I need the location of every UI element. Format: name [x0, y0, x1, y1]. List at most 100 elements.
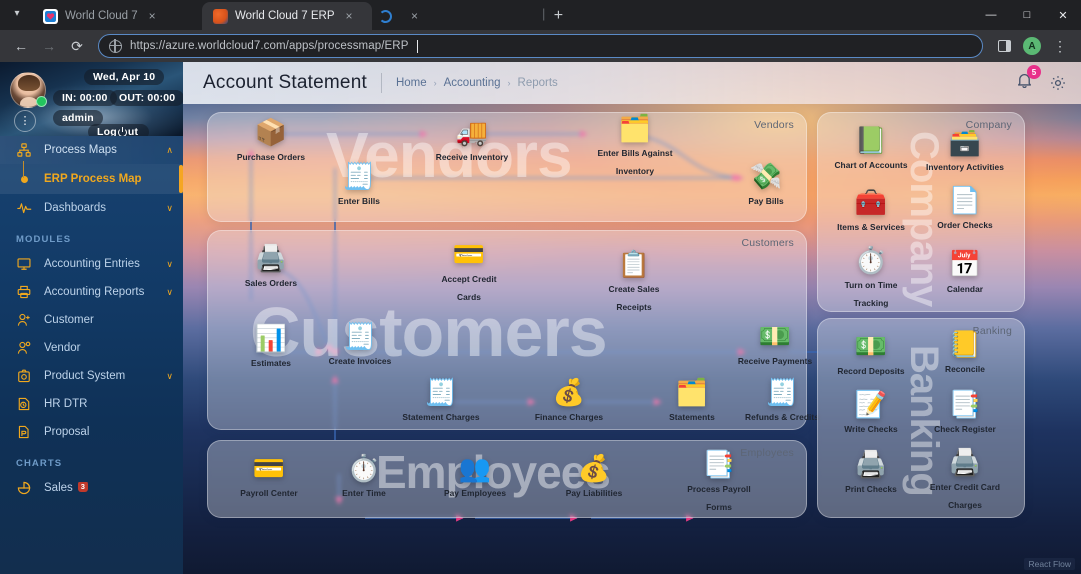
node-receive-payments[interactable]: 💵 Receive Payments — [736, 321, 814, 369]
sidebar-item-proposal[interactable]: Proposal — [0, 418, 183, 446]
tab-close-icon[interactable]: × — [342, 9, 357, 24]
pulse-icon — [14, 201, 34, 215]
address-bar[interactable]: https://azure.worldcloud7.com/apps/proce… — [98, 34, 983, 58]
new-tab-button[interactable]: + — [545, 3, 571, 29]
forward-icon[interactable]: → — [36, 33, 62, 59]
node-enter-bills-against-inventory[interactable]: 🗂️ Enter Bills Against Inventory — [596, 113, 674, 179]
node-reconcile[interactable]: 📒 Reconcile — [926, 329, 1004, 377]
notifications-button[interactable]: 5 — [1016, 65, 1041, 94]
node-calendar[interactable]: 📅 Calendar — [926, 249, 1004, 297]
calendar-icon: 📅 — [948, 249, 982, 279]
sidebar-item-dashboards[interactable]: Dashboards ∨ — [0, 194, 183, 222]
breadcrumb-accounting[interactable]: Accounting — [444, 77, 501, 89]
node-create-invoices[interactable]: 🧾 Create Invoices — [321, 321, 399, 369]
panel-banking[interactable]: Banking Banking 💵 Record Deposits 📒 Reco… — [817, 318, 1025, 518]
node-refunds-and-credits[interactable]: 🧾 Refunds & Credits — [743, 377, 821, 425]
sidebar-item-hr-dtr[interactable]: HR DTR — [0, 390, 183, 418]
node-pay-bills[interactable]: 💸 Pay Bills — [727, 161, 805, 209]
sidebar-item-accounting-reports[interactable]: Accounting Reports ∨ — [0, 278, 183, 306]
panel-customers[interactable]: Customers Customers 🖨️ Sales Orders 📊 Es… — [207, 230, 819, 430]
reload-icon[interactable]: ⟳ — [64, 33, 90, 59]
create-sales-receipts-icon: 📋 — [617, 249, 651, 279]
maximize-button[interactable]: □ — [1009, 0, 1045, 30]
process-map-canvas[interactable]: Vendors Vendors 📦 Purchase Orders 🧾 Ente… — [183, 104, 1081, 574]
user-profile-card: Wed, Apr 10 IN: 00:00 OUT: 00:00 admin L… — [0, 62, 183, 136]
receive-payments-icon: 💵 — [758, 321, 792, 351]
node-create-sales-receipts[interactable]: 📋 Create Sales Receipts — [595, 249, 673, 315]
enter-bills-icon: 🧾 — [342, 161, 376, 191]
node-items-and-services[interactable]: 🧰 Items & Services — [832, 187, 910, 235]
node-purchase-orders[interactable]: 📦 Purchase Orders — [232, 117, 310, 165]
node-turn-on-time-tracking[interactable]: ⏱️ Turn on Time Tracking — [832, 245, 910, 311]
settings-button[interactable] — [1049, 74, 1067, 92]
node-enter-bills[interactable]: 🧾 Enter Bills — [320, 161, 398, 209]
sidebar-group-modules: MODULES — [16, 234, 72, 245]
proposal-doc-icon — [14, 425, 34, 439]
pie-chart-icon — [14, 481, 34, 495]
minimize-button[interactable]: — — [973, 0, 1009, 30]
node-finance-charges[interactable]: 💰 Finance Charges — [530, 377, 608, 425]
check-register-icon: 📑 — [948, 389, 982, 419]
node-inventory-activities[interactable]: 🗃️ Inventory Activities — [926, 127, 1004, 175]
node-check-register[interactable]: 📑 Check Register — [926, 389, 1004, 437]
browser-menu-icon[interactable]: ⋮ — [1047, 33, 1073, 59]
node-enter-credit-card-charges[interactable]: 🖨️ Enter Credit Card Charges — [926, 447, 1004, 513]
receive-inventory-icon: 🚚 — [455, 117, 489, 147]
sidebar-item-accounting-entries[interactable]: Accounting Entries ∨ — [0, 250, 183, 278]
sidebar-group-charts: CHARTS — [16, 458, 63, 469]
react-flow-attribution[interactable]: React Flow — [1024, 558, 1075, 570]
node-process-payroll-forms[interactable]: 📑 Process Payroll Forms — [680, 449, 758, 515]
sidebar-item-process-maps[interactable]: Process Maps ∧ — [0, 136, 183, 164]
node-write-checks[interactable]: 📝 Write Checks — [832, 389, 910, 437]
node-statement-charges[interactable]: 🧾 Statement Charges — [402, 377, 480, 425]
sidebar-label: Vendor — [44, 342, 81, 354]
node-label: Create Invoices — [328, 356, 392, 366]
node-estimates[interactable]: 📊 Estimates — [232, 323, 310, 371]
tab-close-icon[interactable]: × — [407, 9, 422, 24]
node-label: Calendar — [946, 284, 984, 294]
tab-close-icon[interactable]: × — [145, 9, 160, 24]
profile-more-button[interactable]: ⋮ — [14, 110, 36, 132]
node-statements[interactable]: 🗂️ Statements — [653, 377, 731, 425]
sidebar-item-vendor[interactable]: Vendor — [0, 334, 183, 362]
side-panel-icon[interactable] — [991, 33, 1017, 59]
sidebar-item-sales[interactable]: Sales 3 — [0, 474, 183, 502]
node-label: Reconcile — [944, 364, 985, 374]
node-record-deposits[interactable]: 💵 Record Deposits — [832, 331, 910, 379]
printer-icon — [14, 285, 34, 299]
panel-employees[interactable]: Employees Employees 💳 Payroll Center ⏱️ … — [207, 440, 807, 518]
node-receive-inventory[interactable]: 🚚 Receive Inventory — [433, 117, 511, 165]
accept-credit-cards-icon: 💳 — [452, 239, 486, 269]
node-order-checks[interactable]: 📄 Order Checks — [926, 185, 1004, 233]
profile-avatar[interactable]: A — [1019, 33, 1045, 59]
sales-label: Sales — [44, 482, 73, 494]
node-chart-of-accounts[interactable]: 📗 Chart of Accounts — [832, 125, 910, 173]
node-payroll-center[interactable]: 💳 Payroll Center — [230, 453, 308, 501]
window-controls: — □ ✕ — [973, 0, 1081, 30]
panel-company[interactable]: Company Company 📗 Chart of Accounts 🗃️ I… — [817, 112, 1025, 312]
browser-tab-2[interactable]: World Cloud 7 ERP × — [202, 2, 372, 30]
node-pay-employees[interactable]: 👥 Pay Employees — [436, 453, 514, 501]
sidebar-item-customer[interactable]: Customer — [0, 306, 183, 334]
finance-charges-icon: 💰 — [552, 377, 586, 407]
node-print-checks[interactable]: 🖨️ Print Checks — [832, 449, 910, 497]
node-label: Enter Time — [342, 488, 386, 498]
statement-charges-icon: 🧾 — [424, 377, 458, 407]
node-label: Chart of Accounts — [834, 160, 908, 170]
node-pay-liabilities[interactable]: 💰 Pay Liabilities — [555, 453, 633, 501]
node-enter-time[interactable]: ⏱️ Enter Time — [325, 453, 403, 501]
header-actions: 5 — [1016, 65, 1067, 94]
panel-vendors[interactable]: Vendors Vendors 📦 Purchase Orders 🧾 Ente… — [207, 112, 807, 222]
node-accept-credit-cards[interactable]: 💳 Accept Credit Cards — [430, 239, 508, 305]
breadcrumb-home[interactable]: Home — [396, 77, 427, 89]
node-sales-orders[interactable]: 🖨️ Sales Orders — [232, 243, 310, 291]
tab-title: World Cloud 7 ERP — [235, 10, 335, 22]
logout-button[interactable]: Log ut — [88, 124, 150, 136]
sidebar-item-erp-process-map[interactable]: ERP Process Map — [0, 160, 183, 194]
close-window-button[interactable]: ✕ — [1045, 0, 1081, 30]
sidebar-item-product-system[interactable]: Product System ∨ — [0, 362, 183, 390]
browser-tab-1[interactable]: World Cloud 7 × — [32, 2, 202, 30]
browser-tab-3[interactable]: × — [372, 2, 542, 30]
tab-search-chevron-icon[interactable]: ▾ — [2, 0, 32, 28]
back-icon[interactable]: ← — [8, 33, 34, 59]
